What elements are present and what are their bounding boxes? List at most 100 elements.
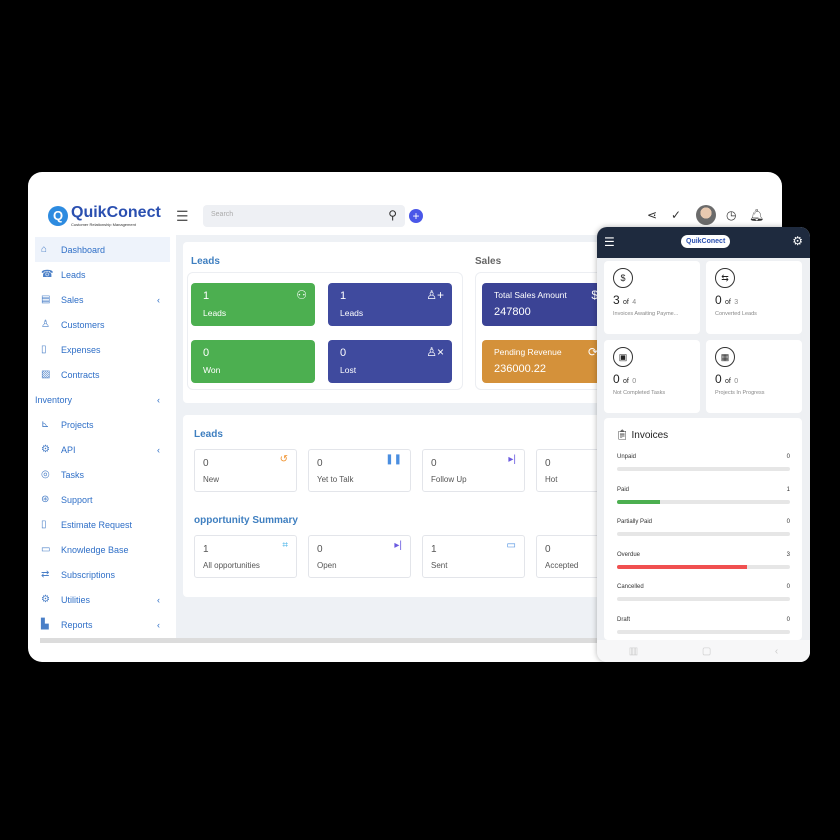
clock-icon[interactable]: ◷: [726, 208, 736, 222]
gear-icon[interactable]: ⚙: [792, 234, 803, 248]
sidebar-item-label: Dashboard: [61, 244, 106, 255]
gears-icon: ⚙: [41, 444, 50, 455]
menu-icon[interactable]: ☰: [604, 235, 615, 249]
sidebar-item-subscriptions[interactable]: ⇄ Subscriptions: [35, 562, 170, 587]
sidebar-item-label: Utilities: [61, 594, 91, 605]
logo[interactable]: Q QuikConect Customer Relationship Manage…: [48, 204, 161, 227]
horizontal-scrollbar[interactable]: [40, 638, 600, 643]
tablet-logo[interactable]: QuikConect: [681, 235, 731, 248]
tablet-stat-card[interactable]: ▦ 0 of 0 Projects In Progress: [706, 340, 802, 413]
logo-mark: Q: [48, 205, 68, 226]
sidebar-item-leads[interactable]: ☎ Leads: [35, 262, 170, 287]
task-file-icon: ▣: [613, 347, 633, 367]
chevron-left-icon[interactable]: ‹: [157, 295, 160, 305]
sidebar-item-expenses[interactable]: ▯ Expenses: [35, 337, 170, 362]
sidebar-item-sales[interactable]: ▤ Sales ‹: [35, 287, 170, 312]
chevron-left-icon[interactable]: ‹: [157, 395, 160, 405]
lead_status-card[interactable]: 0 New ↺: [194, 449, 297, 492]
invoice-status-row: Overdue 3: [617, 552, 790, 569]
invoice-status-label: Draft: [617, 616, 631, 623]
search-icon[interactable]: ⚲: [388, 208, 397, 222]
lead_status-card[interactable]: 0 Yet to Talk ❚❚: [308, 449, 411, 492]
sidebar-item-label: Tasks: [61, 469, 85, 480]
dollar-icon: $: [613, 268, 633, 288]
progress-fill: [617, 564, 747, 569]
plus-icon[interactable]: +: [409, 209, 423, 223]
check-icon[interactable]: ✓: [671, 208, 681, 222]
sidebar-item-label: Inventory: [35, 394, 73, 405]
clipboard-icon: 📋︎: [616, 430, 629, 441]
lead-stat-card[interactable]: 0 Lost ♙×: [328, 340, 452, 383]
invoice-status-count: 0: [786, 454, 790, 460]
invoices-card: 📋︎ Invoices Unpaid 0 Paid 1 Partially Paid 0 O…: [604, 418, 802, 640]
opportunity-card[interactable]: 1 All opportunities ⌗: [194, 535, 297, 578]
stat-value: 0: [715, 293, 722, 307]
tablet-stat-card[interactable]: ▣ 0 of 0 Not Completed Tasks: [604, 340, 700, 413]
sidebar-item-reports[interactable]: ▙ Reports ‹: [35, 612, 170, 637]
invoice-status-count: 0: [786, 584, 790, 590]
lead_status-card[interactable]: 0 Follow Up ▸|: [422, 449, 525, 492]
lead-stat-card[interactable]: 1 Leads ♙+: [328, 283, 452, 326]
card-value: 0: [203, 458, 209, 469]
sidebar-item-utilities[interactable]: ⚙ Utilities ‹: [35, 587, 170, 612]
card-value: 247800: [494, 306, 531, 318]
sidebar-item-knowledge-base[interactable]: ▭ Knowledge Base: [35, 537, 170, 562]
chevron-left-icon[interactable]: ‹: [157, 445, 160, 455]
lead-stat-card[interactable]: 1 Leads ⚇: [191, 283, 315, 326]
tablet-stat-card[interactable]: $3 of 4 Invoices Awaiting Payme...: [604, 261, 700, 334]
invoice-status-count: 0: [786, 519, 790, 525]
stat-value: 3: [613, 293, 620, 307]
lead-stat-card[interactable]: 0 Won: [191, 340, 315, 383]
document-icon: ▤: [41, 294, 51, 305]
invoice-status-count: 3: [786, 551, 790, 558]
back-icon[interactable]: ‹: [775, 646, 778, 657]
sidebar-item-contracts[interactable]: ▨ Contracts: [35, 362, 170, 387]
lifebuoy-icon: ⊛: [41, 494, 50, 505]
home-button-icon[interactable]: ▢: [702, 646, 711, 657]
convert-icon: ⇆: [715, 268, 735, 288]
sidebar-item-tasks[interactable]: ◎ Tasks: [35, 462, 170, 487]
invoice-status-row: Partially Paid 0: [617, 519, 790, 536]
tablet-view: ☰ QuikConect ⚙ $3 of 4 Invoices Awaiting …: [597, 227, 810, 662]
sidebar-item-label: Customers: [61, 319, 105, 330]
chevron-left-icon[interactable]: ‹: [157, 595, 160, 605]
sidebar-item-label: Expenses: [61, 344, 101, 355]
menu-icon[interactable]: ☰: [176, 208, 189, 225]
card-label: Sent: [431, 561, 448, 570]
sidebar-item-inventory[interactable]: Inventory ‹: [35, 387, 170, 412]
opportunity-card[interactable]: 0 Open ▸|: [308, 535, 411, 578]
stat-total: 0: [632, 378, 637, 385]
sidebar-item-support[interactable]: ⊛ Support: [35, 487, 170, 512]
opportunity-card[interactable]: 1 Sent ▭: [422, 535, 525, 578]
bell-icon[interactable]: 🔔︎: [749, 208, 764, 222]
progress-track: [617, 499, 790, 504]
check-circle-icon: ◎: [41, 469, 50, 480]
invoice-status-row: Unpaid 0: [617, 454, 790, 471]
repeat-icon: ⇄: [41, 569, 50, 580]
sidebar-item-estimate-request[interactable]: ▯ Estimate Request: [35, 512, 170, 537]
logo-text: QuikConect: [71, 204, 161, 221]
search-placeholder: Search: [211, 211, 234, 218]
sidebar-item-api[interactable]: ⚙ API ‹: [35, 437, 170, 462]
invoice-status-label: Paid: [617, 486, 630, 493]
stat-of: of: [725, 378, 731, 385]
sidebar-item-label: Contracts: [61, 369, 100, 380]
invoices-title: Invoices: [631, 430, 669, 441]
chevron-left-icon[interactable]: ‹: [157, 620, 160, 630]
recent-apps-icon[interactable]: ▥: [629, 646, 638, 657]
progress-track: [617, 597, 790, 601]
tablet-stat-card[interactable]: ⇆ 0 of 3 Converted Leads: [706, 261, 802, 334]
share-icon[interactable]: ⋖: [647, 208, 657, 222]
card-label: All opportunities: [203, 561, 260, 570]
avatar[interactable]: [696, 205, 716, 225]
leads-overview-title: Leads: [191, 256, 220, 267]
sidebar-item-customers[interactable]: ♙ Customers: [35, 312, 170, 337]
stat-total: 0: [734, 378, 739, 385]
search-input[interactable]: Search ⚲: [203, 205, 405, 227]
sidebar-item-dashboard[interactable]: ⌂ Dashboard: [35, 237, 170, 262]
progress-fill: [617, 499, 661, 504]
sidebar-item-label: Sales: [61, 294, 84, 305]
grid-plus-icon: ▦: [715, 347, 735, 367]
stat-label: Converted Leads: [715, 311, 757, 317]
sidebar-item-projects[interactable]: ⊾ Projects: [35, 412, 170, 437]
